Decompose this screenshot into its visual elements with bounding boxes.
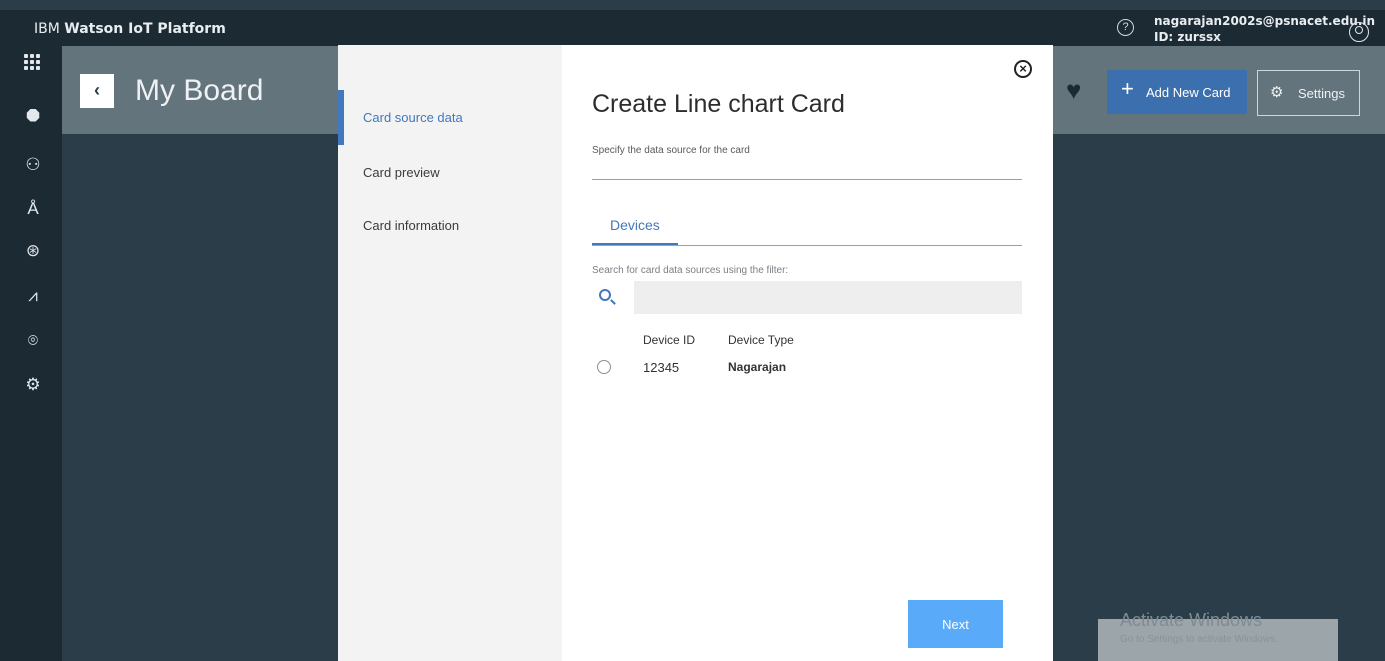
close-icon[interactable]: × [1014,60,1032,78]
user-info[interactable]: nagarajan2002s@psnacet.edu.in ID: zurssx [1154,13,1375,45]
gear-icon: ⚙ [1270,84,1284,101]
device-select-radio[interactable] [597,360,611,374]
next-button[interactable]: Next [908,600,1003,648]
active-step-indicator [338,90,344,145]
monitoring-icon[interactable]: ⩘ [22,285,44,307]
apps-icon[interactable]: Å [22,198,44,220]
settings-button[interactable]: ⚙ Settings [1257,70,1360,116]
activate-windows-watermark: Activate Windows Go to Settings to activ… [1098,610,1338,661]
settings-gear-icon[interactable]: ⚙ [22,374,44,396]
modal-subtitle: Specify the data source for the card [592,145,750,156]
user-id: ID: zurssx [1154,30,1221,44]
security-lock-icon[interactable]: ⌾ [22,330,44,352]
back-button[interactable]: ‹ [80,74,114,108]
step-card-information[interactable]: Card information [363,218,459,233]
step-card-source-data[interactable]: Card source data [363,110,463,125]
modal-steps-sidebar: Card source data Card preview Card infor… [338,45,562,661]
tab-devices[interactable]: Devices [592,217,678,245]
divider [592,179,1022,180]
modal-content [562,45,1053,661]
members-icon[interactable]: ⚇ [22,154,44,176]
plus-icon: + [1121,76,1134,101]
board-title: My Board [135,74,264,107]
search-input[interactable] [634,281,1022,314]
device-type-cell: Nagarajan [728,360,787,374]
modal-title: Create Line chart Card [592,90,845,118]
user-avatar-icon[interactable] [1349,22,1369,42]
apps-grid-icon[interactable] [0,46,62,84]
tab-divider [592,245,1022,246]
platform-title: IBM Watson IoT Platform [34,21,226,37]
step-card-preview[interactable]: Card preview [363,165,440,180]
column-header-device-id: Device ID [643,333,696,347]
filter-label: Search for card data sources using the f… [592,265,789,276]
help-icon[interactable]: ? [1117,19,1134,36]
devices-chip-icon[interactable]: ⯃ [22,106,44,128]
add-new-card-button[interactable]: + Add New Card [1107,70,1247,114]
favorite-heart-icon[interactable]: ♥ [1066,76,1081,104]
top-bar: IBM Watson IoT Platform ? nagarajan2002s… [0,10,1385,46]
analytics-icon[interactable]: ⊛ [22,240,44,262]
column-header-device-type: Device Type [728,333,794,347]
search-icon[interactable] [599,289,611,301]
device-id-cell: 12345 [643,360,680,375]
user-email: nagarajan2002s@psnacet.edu.in [1154,14,1376,28]
left-navigation: ⯃ ⚇ Å ⊛ ⩘ ⌾ ⚙ [0,46,62,661]
